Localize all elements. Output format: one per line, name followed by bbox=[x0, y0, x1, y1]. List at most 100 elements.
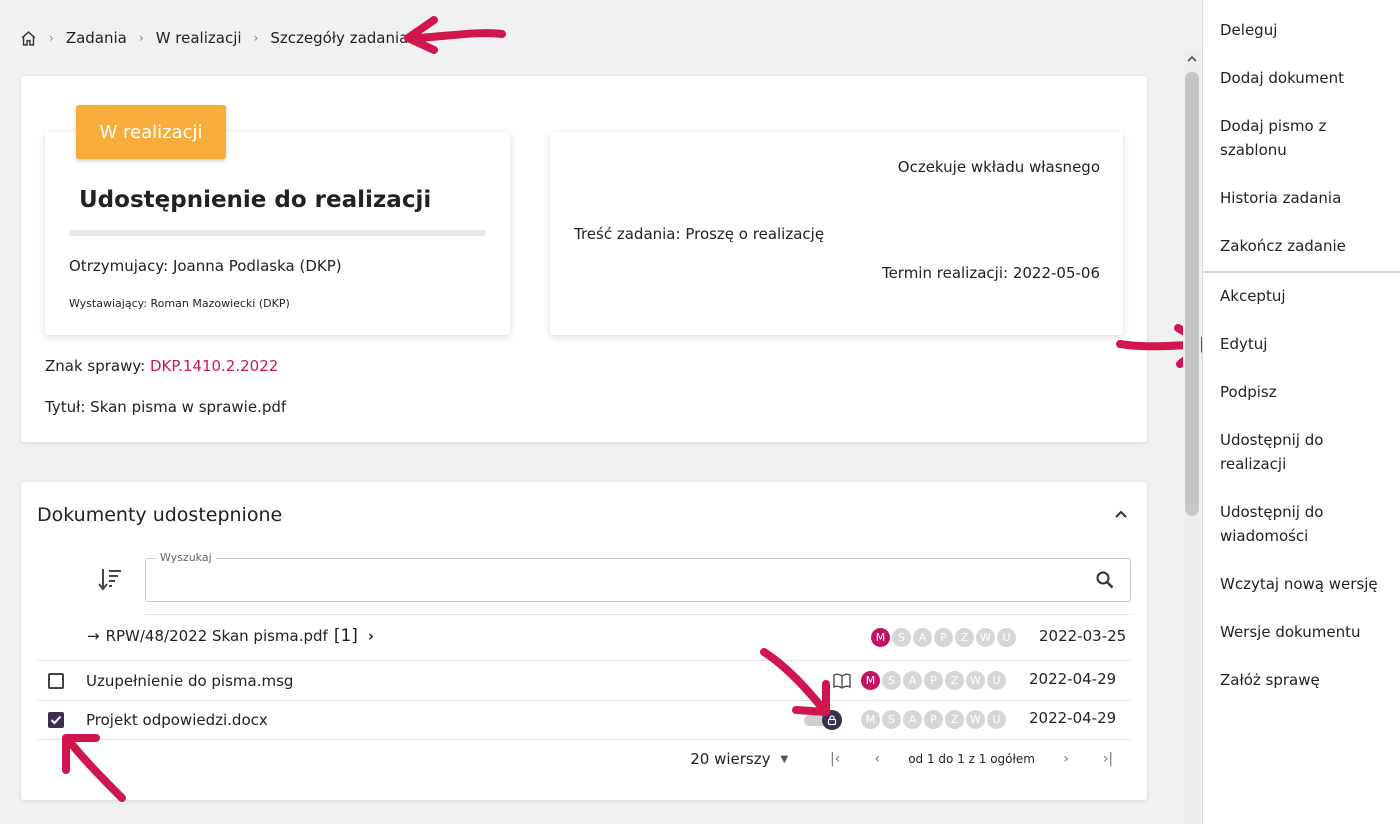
menu-item-dodaj-dokument[interactable]: Dodaj dokument bbox=[1220, 66, 1390, 90]
menu-item-zakoncz-zadanie[interactable]: Zakończ zadanie bbox=[1220, 234, 1390, 258]
menu-divider bbox=[1203, 271, 1400, 273]
case-sign-label: Znak sprawy: bbox=[45, 357, 150, 375]
sort-icon[interactable] bbox=[97, 566, 123, 592]
status-bubble-s: S bbox=[882, 671, 901, 690]
task-details-card: W realizacji Udostępnienie do realizacji… bbox=[21, 76, 1147, 442]
scrollbar-thumb[interactable] bbox=[1185, 72, 1199, 516]
first-page-icon[interactable]: |‹ bbox=[824, 751, 846, 767]
title-divider bbox=[69, 230, 486, 236]
status-bubble-m: M bbox=[861, 710, 880, 729]
task-title: Udostępnienie do realizacji bbox=[79, 187, 432, 213]
scrollbar[interactable] bbox=[1183, 50, 1201, 824]
breadcrumb: › Zadania › W realizacji › Szczegóły zad… bbox=[20, 26, 408, 50]
breadcrumb-item-zadania[interactable]: Zadania bbox=[66, 29, 127, 47]
status-bubble-a: A bbox=[913, 628, 932, 647]
search-label: Wyszukaj bbox=[156, 551, 216, 564]
status-bubble-u: U bbox=[987, 671, 1006, 690]
task-content-text: Treść zadania: Proszę o realizację bbox=[574, 225, 825, 243]
status-strip: MSAPZWU bbox=[871, 628, 1016, 647]
menu-item-wersje-dokumentu[interactable]: Wersje dokumentu bbox=[1220, 620, 1390, 644]
prev-page-icon[interactable]: ‹ bbox=[866, 751, 888, 767]
menu-item-udostepnij-do-realizacji[interactable]: Udostępnij do realizacji bbox=[1220, 428, 1390, 476]
search-input[interactable]: Wyszukaj bbox=[145, 551, 1131, 602]
status-bubble-m: M bbox=[871, 628, 890, 647]
status-badge: W realizacji bbox=[76, 105, 226, 159]
status-bubble-s: S bbox=[882, 710, 901, 729]
annotation-arrow-icon bbox=[404, 16, 506, 54]
status-bubble-p: P bbox=[934, 628, 953, 647]
annotation-arrow-icon bbox=[760, 648, 830, 716]
status-bubble-u: U bbox=[997, 628, 1016, 647]
row-divider bbox=[37, 660, 1131, 661]
status-bubble-u: U bbox=[987, 710, 1006, 729]
chevron-up-icon[interactable] bbox=[1113, 507, 1129, 523]
status-bubble-p: P bbox=[924, 710, 943, 729]
rows-per-page-value: 20 wierszy bbox=[690, 750, 771, 768]
status-strip: MSAPZWU bbox=[861, 710, 1006, 729]
breadcrumb-item-current: Szczegóły zadania bbox=[270, 29, 409, 47]
menu-item-akceptuj[interactable]: Akceptuj bbox=[1220, 284, 1390, 308]
caret-down-icon: ▼ bbox=[780, 753, 789, 765]
status-bubble-w: W bbox=[966, 710, 985, 729]
home-icon[interactable] bbox=[20, 30, 37, 47]
menu-item-podpisz[interactable]: Podpisz bbox=[1220, 380, 1390, 404]
row-checkbox[interactable] bbox=[48, 712, 64, 728]
rows-per-page-select[interactable]: 20 wierszy ▼ bbox=[690, 750, 788, 768]
deadline-text: Termin realizacji: 2022-05-06 bbox=[881, 264, 1100, 282]
search-icon[interactable] bbox=[1096, 571, 1114, 589]
status-bubble-a: A bbox=[903, 671, 922, 690]
document-title: Tytuł: Skan pisma w sprawie.pdf bbox=[45, 398, 287, 416]
actions-menu: Deleguj Dodaj dokument Dodaj pismo z sza… bbox=[1202, 0, 1400, 824]
document-group-row[interactable]: → RPW/48/2022 Skan pisma.pdf [1] › bbox=[87, 626, 374, 646]
checkmark-icon bbox=[50, 715, 62, 725]
panel-title: Dokumenty udostepnione bbox=[37, 504, 283, 526]
document-name[interactable]: Projekt odpowiedzi.docx bbox=[86, 711, 268, 729]
scroll-up-icon[interactable] bbox=[1187, 54, 1197, 64]
next-page-icon[interactable]: › bbox=[1055, 751, 1077, 767]
menu-item-wczytaj-nowa-wersje[interactable]: Wczytaj nową wersję bbox=[1220, 572, 1390, 596]
pagination: 20 wierszy ▼ |‹ ‹ od 1 do 1 z 1 ogółem ›… bbox=[690, 750, 1129, 768]
last-page-icon[interactable]: ›| bbox=[1097, 751, 1119, 767]
status-bubble-s: S bbox=[892, 628, 911, 647]
row-divider bbox=[145, 614, 1131, 615]
shared-documents-panel: Dokumenty udostepnione Wyszukaj → RPW/48… bbox=[21, 482, 1147, 800]
menu-item-dodaj-pismo-z-szablonu[interactable]: Dodaj pismo z szablonu bbox=[1220, 114, 1390, 162]
group-label: RPW/48/2022 Skan pisma.pdf bbox=[105, 627, 328, 645]
page-range: od 1 do 1 z 1 ogółem bbox=[908, 752, 1035, 766]
document-name[interactable]: Uzupełnienie do pisma.msg bbox=[86, 672, 293, 690]
breadcrumb-item-w-realizacji[interactable]: W realizacji bbox=[156, 29, 242, 47]
menu-item-historia-zadania[interactable]: Historia zadania bbox=[1220, 186, 1390, 210]
status-bubble-z: Z bbox=[945, 710, 964, 729]
status-bubble-w: W bbox=[966, 671, 985, 690]
status-bubble-z: Z bbox=[945, 671, 964, 690]
row-checkbox[interactable] bbox=[48, 673, 64, 689]
status-strip: MSAPZWU bbox=[861, 671, 1006, 690]
status-bubble-z: Z bbox=[955, 628, 974, 647]
breadcrumb-separator: › bbox=[253, 31, 259, 45]
menu-item-zaloz-sprawe[interactable]: Załóż sprawę bbox=[1220, 668, 1390, 692]
status-bubble-a: A bbox=[903, 710, 922, 729]
status-bubble-m: M bbox=[861, 671, 880, 690]
row-date: 2022-04-29 bbox=[1029, 670, 1117, 688]
breadcrumb-separator: › bbox=[138, 31, 144, 45]
task-content-card: Oczekuje wkładu własnego Treść zadania: … bbox=[550, 132, 1123, 335]
status-bubble-w: W bbox=[976, 628, 995, 647]
chevron-right-icon[interactable]: › bbox=[368, 627, 374, 645]
arrow-right-icon: → bbox=[87, 627, 100, 645]
group-count: [1] bbox=[333, 626, 358, 646]
task-info-card: Udostępnienie do realizacji Otrzymujacy:… bbox=[45, 132, 510, 335]
row-divider bbox=[37, 739, 1131, 740]
recipient-text: Otrzymujacy: Joanna Podlaska (DKP) bbox=[69, 257, 342, 275]
annotation-arrow-icon bbox=[62, 734, 126, 802]
case-sign-link[interactable]: DKP.1410.2.2022 bbox=[150, 357, 278, 375]
menu-item-udostepnij-do-wiadomosci[interactable]: Udostępnij do wiadomości bbox=[1220, 500, 1390, 548]
issuer-text: Wystawiający: Roman Mazowiecki (DKP) bbox=[69, 297, 290, 310]
awaiting-text: Oczekuje wkładu własnego bbox=[897, 158, 1100, 176]
case-sign: Znak sprawy: DKP.1410.2.2022 bbox=[45, 357, 278, 375]
row-date: 2022-04-29 bbox=[1029, 709, 1117, 727]
menu-item-deleguj[interactable]: Deleguj bbox=[1220, 18, 1390, 42]
status-bubble-p: P bbox=[924, 671, 943, 690]
menu-item-edytuj[interactable]: Edytuj bbox=[1220, 332, 1390, 356]
row-date: 2022-03-25 bbox=[1039, 627, 1127, 645]
breadcrumb-separator: › bbox=[49, 31, 54, 45]
